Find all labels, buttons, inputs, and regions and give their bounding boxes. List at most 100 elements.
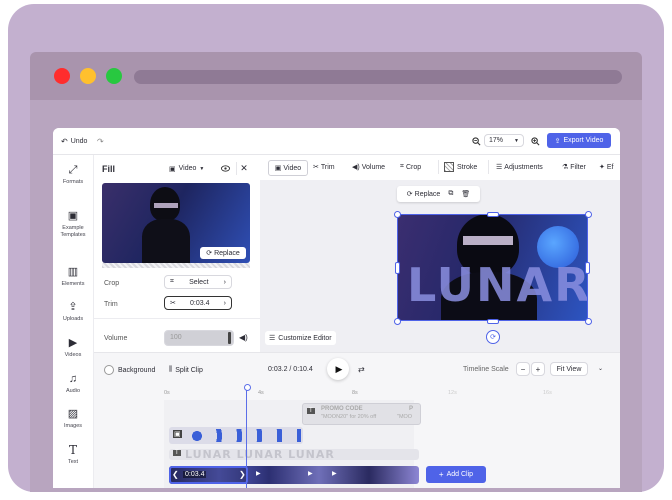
filter-icon: ⚗ (562, 164, 569, 171)
toolbar-divider (488, 160, 489, 174)
lunar-text-clip[interactable]: T LUNAR LUNAR LUNAR (169, 449, 419, 460)
canvas-floating-toolbar: ⟳ Replace ⧉ 🗑 (397, 186, 480, 202)
tab-trim[interactable]: ✂ Trim (313, 160, 335, 174)
scale-increase-button[interactable]: + (531, 362, 545, 376)
resize-handle-top-right[interactable] (585, 211, 592, 218)
sidebar-item-audio[interactable]: ♫ Audio (53, 373, 93, 395)
fill-replace-button[interactable]: ⟳ Replace (200, 247, 246, 259)
resize-handle-right[interactable] (585, 262, 590, 274)
promo-text-clip[interactable]: T PROMO CODE "MOON20" for 20% off P "MOO (302, 403, 421, 425)
redo-button[interactable]: ↷ (97, 134, 104, 148)
resize-handle-bottom-right[interactable] (585, 318, 592, 325)
close-panel-button[interactable]: ✕ (236, 162, 251, 175)
moon-image-clip[interactable]: ▣ (169, 427, 303, 444)
ruler-tick-12s: 12s (448, 390, 457, 396)
playhead[interactable] (246, 386, 247, 488)
zoom-in-icon (530, 136, 539, 145)
visibility-toggle[interactable] (219, 163, 231, 174)
rotate-icon: ⟳ (490, 334, 496, 341)
background-swatch (104, 365, 114, 375)
crop-select[interactable]: ⌗ Select › (164, 275, 232, 289)
trim-right-handle-icon[interactable]: ❯ (239, 470, 246, 479)
timeline-ruler: 0s 4s 8s 12s 16s 20s (164, 388, 620, 400)
collapse-timeline-icon[interactable]: ⌄ (598, 365, 603, 372)
volume-slider[interactable]: 100 (164, 330, 234, 346)
text-clip-icon: T (307, 408, 315, 414)
undo-button[interactable]: ↶ Undo (61, 134, 87, 148)
tab-effects[interactable]: ✦ Ef (599, 160, 614, 174)
fill-type-dropdown[interactable]: ▣ Video ▼ (169, 163, 204, 174)
zoom-value: 17% (489, 137, 504, 144)
trim-input[interactable]: ✂ 0:03.4 › (164, 296, 232, 310)
export-label: Export Video (563, 137, 604, 144)
split-clip-button[interactable]: ⫼ Split Clip (169, 364, 203, 376)
trash-icon[interactable]: 🗑 (461, 190, 470, 198)
chevron-right-icon: › (223, 278, 226, 286)
sidebar-item-images[interactable]: ▨ Images (53, 408, 93, 430)
moon-clip-thumbnails (187, 429, 301, 442)
sliders-icon: ☰ (496, 164, 503, 171)
crop-label: Crop (104, 280, 120, 287)
tab-stroke[interactable]: Stroke (444, 160, 477, 174)
crop-icon: ⌗ (400, 163, 404, 170)
video-clip-icon: ▶ (332, 471, 337, 477)
selection-box (397, 214, 588, 321)
window-maximize-dot[interactable] (106, 68, 122, 84)
ruler-tick-16s: 16s (543, 390, 552, 396)
canvas-replace-button[interactable]: ⟳ Replace (407, 190, 441, 199)
editor-app: ↶ Undo ↷ 17% ▼ ⇪ Export Video ⤢ Formats … (53, 128, 620, 488)
loop-icon[interactable]: ⇄ (358, 365, 365, 374)
customize-editor-button[interactable]: ☰ Customize Editor (265, 331, 336, 345)
sidebar-item-elements[interactable]: ▥ Elements (53, 266, 93, 288)
elements-icon: ▥ (67, 266, 79, 278)
window-minimize-dot[interactable] (80, 68, 96, 84)
fit-view-button[interactable]: Fit View (550, 362, 588, 376)
thumbnail-scrubber[interactable] (102, 263, 250, 268)
replace-icon: ⟳ (206, 250, 213, 257)
rotate-handle[interactable]: ⟳ (486, 330, 500, 344)
volume-handle[interactable] (228, 332, 231, 344)
add-clip-button[interactable]: + Add Clip (426, 466, 486, 483)
background-toggle[interactable]: Background (104, 364, 155, 376)
tab-video[interactable]: ▣ Video (268, 160, 308, 176)
formats-icon: ⤢ (68, 164, 78, 176)
sidebar-item-templates[interactable]: ▣ Example Templates (53, 210, 93, 239)
address-bar[interactable] (134, 70, 622, 84)
resize-handle-top[interactable] (487, 212, 499, 217)
resize-handle-bottom[interactable] (487, 319, 499, 324)
zoom-select[interactable]: 17% ▼ (484, 134, 524, 147)
sidebar-item-text[interactable]: T Text (53, 444, 93, 466)
export-video-button[interactable]: ⇪ Export Video (547, 133, 611, 148)
tab-crop[interactable]: ⌗ Crop (400, 160, 421, 174)
plus-icon: + (438, 470, 444, 479)
trim-left-handle-icon[interactable]: ❮ (172, 470, 179, 479)
play-button[interactable]: ▶ (327, 358, 349, 380)
video-icon: ▣ (274, 165, 282, 172)
tab-volume[interactable]: ◀) Volume (352, 160, 385, 174)
plus-icon: + (535, 364, 541, 374)
tab-filter[interactable]: ⚗ Filter (562, 160, 586, 174)
video-icon: ▶ (68, 337, 78, 349)
sidebar-item-videos[interactable]: ▶ Videos (53, 337, 93, 359)
export-icon: ⇪ (554, 137, 561, 145)
zoom-in-button[interactable] (528, 134, 542, 148)
selected-video-clip[interactable]: ❮ 0:03.4 ❯ (169, 466, 248, 484)
fill-video-thumbnail[interactable]: ⟳ Replace (102, 183, 250, 263)
undo-label: Undo (70, 137, 88, 145)
sidebar-item-uploads[interactable]: ⇪ Uploads (53, 301, 93, 323)
playhead-knob[interactable] (244, 384, 251, 391)
zoom-out-button[interactable] (469, 134, 483, 148)
music-icon: ♫ (68, 373, 78, 385)
speaker-icon[interactable]: ◀) (239, 333, 248, 342)
window-close-dot[interactable] (54, 68, 70, 84)
zoom-out-icon (471, 136, 480, 145)
editor-topbar: ↶ Undo ↷ 17% ▼ ⇪ Export Video (53, 128, 620, 155)
resize-handle-left[interactable] (395, 262, 400, 274)
chevron-down-icon: ▼ (514, 137, 519, 144)
duplicate-icon[interactable]: ⧉ (448, 190, 453, 198)
resize-handle-top-left[interactable] (394, 211, 401, 218)
resize-handle-bottom-left[interactable] (394, 318, 401, 325)
tab-adjustments[interactable]: ☰ Adjustments (496, 160, 543, 174)
scale-decrease-button[interactable]: − (516, 362, 530, 376)
sidebar-item-formats[interactable]: ⤢ Formats (53, 164, 93, 186)
